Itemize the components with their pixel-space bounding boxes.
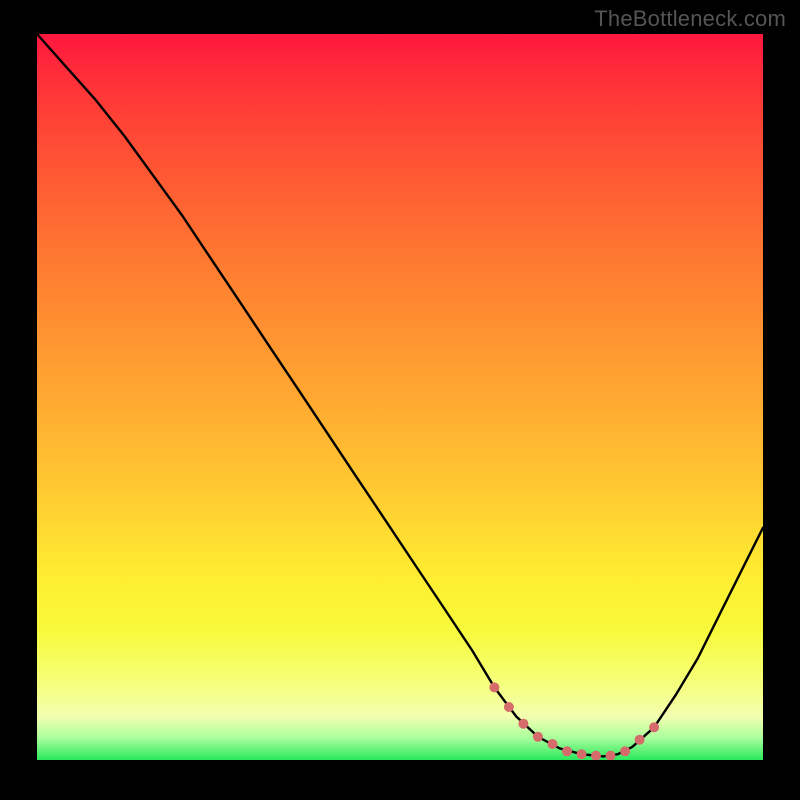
- optimal-marker-dot: [518, 719, 528, 729]
- watermark-text: TheBottleneck.com: [594, 6, 786, 32]
- optimal-marker-dot: [591, 751, 601, 760]
- optimal-marker-dot: [649, 722, 659, 732]
- optimal-marker-dot: [577, 749, 587, 759]
- optimal-marker-dot: [548, 739, 558, 749]
- chart-svg: [37, 34, 763, 760]
- optimal-markers: [489, 682, 659, 760]
- chart-area: [37, 34, 763, 760]
- optimal-marker-dot: [635, 735, 645, 745]
- optimal-marker-dot: [504, 702, 514, 712]
- optimal-marker-dot: [606, 751, 616, 760]
- bottleneck-curve: [37, 34, 763, 756]
- optimal-marker-dot: [620, 746, 630, 756]
- optimal-marker-dot: [533, 732, 543, 742]
- optimal-marker-dot: [562, 746, 572, 756]
- optimal-marker-dot: [489, 682, 499, 692]
